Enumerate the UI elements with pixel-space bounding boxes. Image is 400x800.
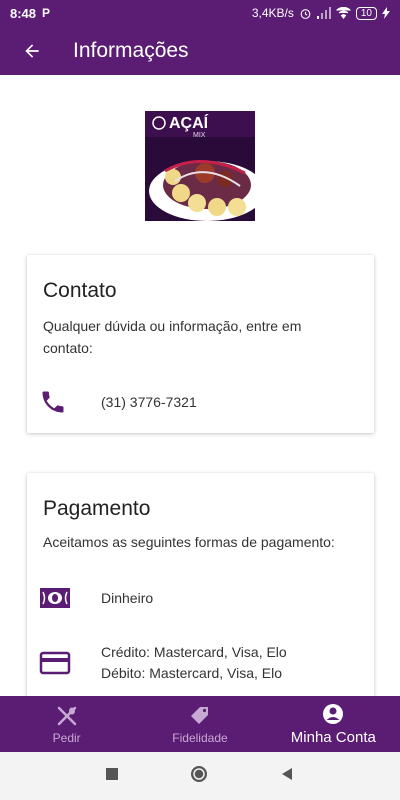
charging-icon — [382, 7, 390, 19]
app-notification-icon: P — [42, 6, 51, 20]
nav-label-pedir: Pedir — [52, 730, 81, 745]
network-speed: 3,4KB/s — [251, 6, 294, 20]
phone-icon[interactable] — [39, 388, 67, 421]
payment-cash: Dinheiro — [101, 590, 154, 606]
back-nav-button[interactable] — [280, 767, 294, 786]
contact-phone[interactable]: (31) 3776-7321 — [101, 392, 197, 413]
status-time: 8:48 — [10, 5, 37, 21]
credit-card-icon — [39, 651, 71, 680]
nav-item-fidelidade[interactable]: Fidelidade — [133, 696, 266, 752]
info-content[interactable]: AÇAÍ MIX Contato Qualquer dúvida ou info… — [0, 75, 400, 696]
home-button[interactable] — [190, 765, 208, 788]
account-circle-icon — [323, 704, 344, 724]
triangle-back-icon — [282, 767, 292, 780]
status-bar: 8:48 P 3,4KB/s 10 — [0, 0, 400, 26]
tag-icon — [190, 706, 208, 724]
contact-card: Contato Qualquer dúvida ou informação, e… — [27, 255, 374, 433]
nav-label-fidelidade: Fidelidade — [172, 730, 228, 745]
alarm-icon — [300, 8, 311, 19]
battery-level: 10 — [355, 6, 377, 20]
nav-item-minha-conta[interactable]: Minha Conta — [267, 696, 400, 752]
logo-brand-text: AÇAÍ — [169, 115, 209, 132]
signal-icon — [316, 7, 331, 19]
logo-brand-subtext: MIX — [193, 132, 206, 139]
recent-apps-button[interactable] — [106, 767, 118, 785]
payment-title: Pagamento — [43, 497, 151, 520]
page-title: Informações — [73, 38, 189, 62]
square-icon — [106, 768, 118, 780]
app-bar: Informações — [0, 26, 400, 75]
contact-description: Qualquer dúvida ou informação, entre em … — [43, 318, 302, 356]
cash-icon — [39, 587, 71, 614]
back-button[interactable] — [0, 26, 64, 75]
payment-card: Pagamento Aceitamos as seguintes formas … — [27, 473, 374, 696]
nav-label-minha-conta: Minha Conta — [290, 729, 376, 746]
bottom-navigation: Pedir Fidelidade Minha Conta — [0, 696, 400, 752]
fork-knife-icon — [57, 706, 76, 725]
payment-credit: Crédito: Mastercard, Visa, Elo — [101, 644, 287, 660]
payment-debit: Débito: Mastercard, Visa, Elo — [101, 665, 283, 681]
payment-description: Aceitamos as seguintes formas de pagamen… — [43, 534, 335, 550]
circle-icon — [191, 765, 207, 782]
wifi-icon — [336, 7, 351, 19]
contact-title: Contato — [43, 279, 117, 302]
arrow-back-icon — [25, 43, 39, 58]
nav-item-pedir[interactable]: Pedir — [0, 696, 133, 752]
store-logo: AÇAÍ MIX — [145, 111, 255, 221]
system-navigation-bar — [0, 752, 400, 800]
